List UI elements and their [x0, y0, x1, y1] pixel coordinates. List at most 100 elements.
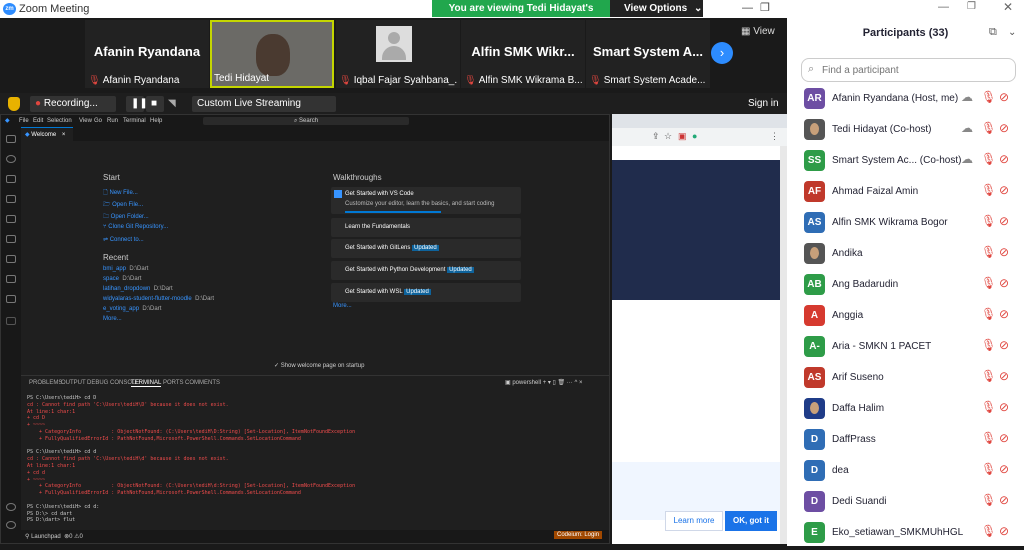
mic-muted-icon: 🎙 [339, 75, 352, 86]
participant-row[interactable]: D DaffPrass 🎙 ⊘ [787, 426, 1024, 457]
recent-item[interactable]: widyalaras-student-flutter-moodle D:\Dar… [103, 296, 214, 302]
tab-welcome[interactable]: ◆ Welcome × [21, 127, 73, 141]
participant-row[interactable]: A Anggia 🎙 ⊘ [787, 302, 1024, 333]
account-icon[interactable] [6, 503, 16, 511]
restore-icon[interactable]: ❐ [760, 1, 770, 14]
docker-icon[interactable] [6, 295, 16, 303]
participant-row[interactable]: A- Aria - SMKN 1 PACET 🎙 ⊘ [787, 333, 1024, 364]
tab-problems[interactable]: PROBLEMS [29, 380, 62, 386]
restore-icon[interactable]: ❐ [967, 1, 976, 12]
sign-in-link[interactable]: Sign in [748, 98, 779, 109]
walkthrough-vscode[interactable]: Get Started with VS Code Customize your … [331, 187, 521, 214]
menu-run[interactable]: Run [107, 118, 118, 124]
connect-to-link[interactable]: ⇌ Connect to... [103, 236, 144, 243]
explorer-icon[interactable] [6, 135, 16, 143]
search-icon: ⌕ [808, 63, 815, 75]
recent-item[interactable]: space D:\Dart [103, 276, 141, 282]
new-file-link[interactable]: 🗋 New File... [103, 188, 138, 198]
walkthrough-wsl[interactable]: Get Started with WSL Updated [331, 283, 521, 302]
close-icon[interactable]: ✕ [1003, 0, 1013, 14]
menu-file[interactable]: File [19, 118, 29, 124]
participant-row[interactable]: AS Arif Suseno 🎙 ⊘ [787, 364, 1024, 395]
ok-got-it-button[interactable]: OK, got it [725, 511, 777, 531]
terminal-output[interactable]: PS C:\Users\tediH> cd Dcd : Cannot find … [21, 395, 609, 527]
tab-terminal[interactable]: TERMINAL [131, 380, 162, 387]
minimize-icon[interactable]: — [938, 1, 949, 13]
launchpad-item[interactable]: ⚲ Launchpad ⊗0 ⚠0 [25, 533, 83, 540]
command-search-box[interactable]: ⌕ Search [203, 117, 409, 125]
menu-terminal[interactable]: Terminal [123, 118, 146, 124]
participant-row[interactable]: Daffa Halim 🎙 ⊘ [787, 395, 1024, 426]
source-control-icon[interactable] [6, 175, 16, 183]
walkthrough-gitlens[interactable]: Get Started with GitLens Updated [331, 239, 521, 258]
stop-recording-button[interactable]: ■ [146, 96, 164, 112]
terminal-line: cd : Cannot find path 'C:\Users\tediH\D'… [27, 401, 229, 408]
video-thumb[interactable]: Afanin Ryandana 🎙 Afanin Ryandana [85, 20, 209, 88]
avatar: E [804, 522, 825, 543]
participant-row[interactable]: D Dedi Suandi 🎙 ⊘ [787, 488, 1024, 519]
codeium-icon[interactable] [6, 317, 16, 325]
terminal-line: PS D:\> cd dart [27, 510, 73, 517]
participant-row[interactable]: AR Afanin Ryandana (Host, me) 🎙 ⊘ ☁ [787, 85, 1024, 116]
scrollbar[interactable] [780, 146, 787, 544]
gitlens-icon[interactable] [6, 275, 16, 283]
participant-row[interactable]: E Eko_setiawan_SMKMUhHGL 🎙 ⊘ [787, 519, 1024, 550]
participant-search[interactable]: ⌕ [801, 58, 1016, 82]
participant-name: Anggia [832, 310, 864, 321]
testing-icon[interactable] [6, 235, 16, 243]
video-thumb[interactable]: 🎙 Iqbal Fajar Syahbana_... [336, 20, 460, 88]
terminal-line: + FullyQualifiedErrorId : PathNotFound,M… [27, 490, 301, 497]
menu-view[interactable]: View [79, 118, 92, 124]
show-welcome-checkbox[interactable]: ✓ Show welcome page on startup [274, 362, 364, 369]
participant-row[interactable]: AS Alfin SMK Wikrama Bogor 🎙 ⊘ [787, 209, 1024, 240]
settings-gear-icon[interactable] [6, 521, 16, 529]
view-options-button[interactable]: View Options ⌄ [610, 0, 703, 17]
minimize-icon[interactable]: — [742, 2, 753, 14]
recent-item[interactable]: latihan_dropdown D:\Dart [103, 286, 173, 292]
walkthrough-more-link[interactable]: More... [333, 303, 352, 309]
participant-row[interactable]: SS Smart System Ac... (Co-host) 🎙 ⊘ ☁ [787, 147, 1024, 178]
popout-icon[interactable]: ⧉ [989, 26, 997, 39]
participant-list: AR Afanin Ryandana (Host, me) 🎙 ⊘ ☁ Tedi Hida… [787, 85, 1024, 546]
search-input[interactable] [822, 63, 1007, 78]
tab-comments[interactable]: COMMENTS [185, 380, 220, 386]
editor-tabs: ◆ Welcome × [21, 127, 609, 141]
clone-git-link[interactable]: ⑂ Clone Git Repository... [103, 224, 168, 230]
participant-row[interactable]: Andika 🎙 ⊘ [787, 240, 1024, 271]
browser-tabbar [612, 114, 787, 128]
menu-help[interactable]: Help [150, 118, 162, 124]
run-debug-icon[interactable] [6, 195, 16, 203]
video-thumb-active[interactable]: Tedi Hidayat [210, 20, 334, 88]
codeium-login-button[interactable]: Codeium: Login [554, 531, 603, 539]
participant-row[interactable]: AB Ang Badarudin 🎙 ⊘ [787, 271, 1024, 302]
recent-item[interactable]: e_voting_app D:\Dart [103, 306, 161, 312]
walkthrough-fundamentals[interactable]: Learn the Fundamentals [331, 218, 521, 237]
streaming-service-dropdown[interactable]: Custom Live Streaming Service ▾ [192, 96, 336, 125]
shell-selector[interactable]: ▣ powershell + ▾ ▯ 🗑 ··· ^ × [505, 379, 582, 386]
participant-row[interactable]: AF Ahmad Faizal Amin 🎙 ⊘ [787, 178, 1024, 209]
open-file-link[interactable]: 🗁 Open File... [103, 200, 143, 210]
recent-more-link[interactable]: More... [103, 316, 122, 322]
menu-selection[interactable]: Selection [47, 118, 72, 124]
remote-explorer-icon[interactable] [6, 255, 16, 263]
participant-row[interactable]: Ddea 🎙 ⊘ [787, 457, 1024, 488]
tab-output[interactable]: OUTPUT [61, 380, 86, 386]
extensions-icon[interactable] [6, 215, 16, 223]
menu-go[interactable]: Go [94, 118, 102, 124]
record-dot-icon: ● [35, 98, 42, 109]
pause-recording-button[interactable]: ❚❚ [126, 96, 148, 112]
recent-item[interactable]: bmi_app D:\Dart [103, 266, 148, 272]
learn-more-button[interactable]: Learn more [665, 511, 723, 531]
menu-edit[interactable]: Edit [33, 118, 43, 124]
tab-ports[interactable]: PORTS [163, 380, 184, 386]
walkthrough-python[interactable]: Get Started with Python Development Upda… [331, 261, 521, 280]
next-page-arrow-icon[interactable]: › [711, 42, 733, 64]
chevron-down-icon[interactable]: ⌄ [1008, 27, 1016, 38]
avatar: AF [804, 181, 825, 202]
search-icon[interactable] [6, 155, 16, 163]
video-thumb[interactable]: Smart System A... 🎙 Smart System Acade... [586, 20, 710, 88]
view-button[interactable]: ▦ View [741, 26, 775, 37]
video-thumb[interactable]: Alfin SMK Wikr... 🎙 Alfin SMK Wikrama B..… [461, 20, 585, 88]
open-folder-link[interactable]: 🗀 Open Folder... [103, 212, 149, 222]
participant-row[interactable]: Tedi Hidayat (Co-host) 🎙 ⊘ ☁ [787, 116, 1024, 147]
